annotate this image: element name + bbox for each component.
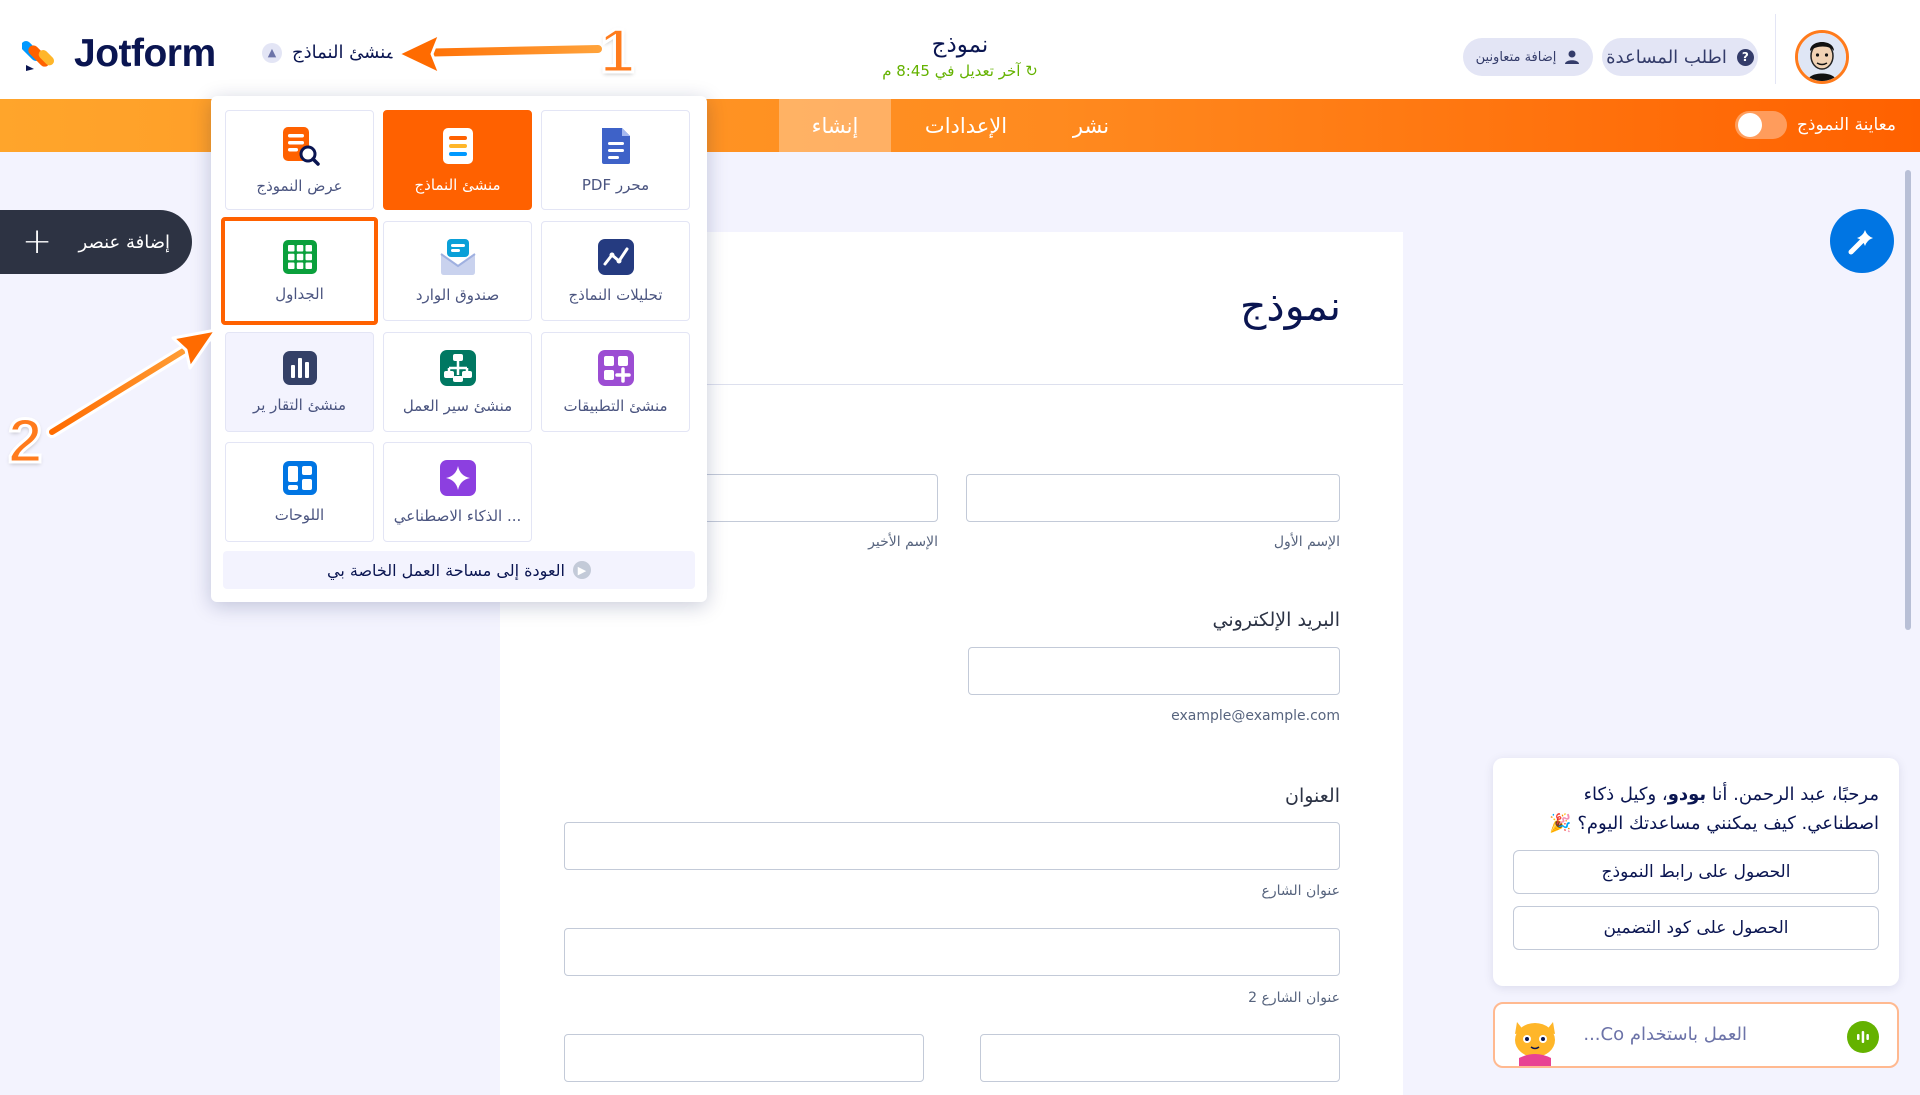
page-scrollbar[interactable] xyxy=(1905,170,1911,630)
first-name-sublabel: الإسم الأول xyxy=(1273,534,1340,550)
tables-grid-icon xyxy=(282,240,317,274)
ai-chat-input[interactable]: العمل باستخدام Co... xyxy=(1493,1002,1899,1068)
tile-inbox[interactable]: صندوق الوارد xyxy=(383,221,532,321)
last-edit-status: ↻ آخر تعديل في 8:45 م xyxy=(850,62,1070,80)
chevron-up-icon[interactable]: ▲ xyxy=(262,42,282,63)
tab-build[interactable]: إنشاء xyxy=(779,99,891,152)
tile-label: منشئ التقار ير xyxy=(252,396,347,414)
tile-label: منشئ التطبيقات xyxy=(563,397,668,415)
tile-ai-agents[interactable]: ... الذكاء الاصطناعي xyxy=(383,442,532,542)
tile-label: محرر PDF xyxy=(581,176,650,194)
tile-label: صندوق الوارد xyxy=(415,286,500,304)
plus-icon: + xyxy=(22,221,53,262)
city-input[interactable] xyxy=(980,1034,1340,1082)
tile-label: منشئ سير العمل xyxy=(402,397,513,415)
tile-apps[interactable]: منشئ التطبيقات xyxy=(541,332,690,432)
user-icon xyxy=(1565,50,1580,64)
header-divider xyxy=(1775,14,1776,84)
step-number-1: 1 xyxy=(598,16,636,88)
ai-greeting-message: مرحبًا، عبد الرحمن. أنا بودو، وكيل ذكاء … xyxy=(1513,780,1879,838)
email-label: البريد الإلكتروني xyxy=(1212,609,1341,631)
chat-input-placeholder: العمل باستخدام Co... xyxy=(1583,1024,1747,1045)
tile-report-builder[interactable]: منشئ التقار ير xyxy=(225,332,374,432)
toggle-knob xyxy=(1737,113,1762,137)
tile-label: ... الذكاء الاصطناعي xyxy=(393,507,522,525)
tile-form-view[interactable]: عرض النموذج xyxy=(225,110,374,210)
tab-settings[interactable]: الإعدادات xyxy=(891,99,1041,152)
ai-sparkle-icon xyxy=(439,460,476,496)
tile-form-builder[interactable]: منشئ النماذج xyxy=(383,110,532,210)
product-switcher-dropdown: محرر PDF منشئ النماذج عرض النموذج تحليلا… xyxy=(211,96,707,602)
inbox-icon xyxy=(439,239,476,275)
help-button[interactable]: ? اطلب المساعدة xyxy=(1602,38,1758,76)
form-preview-toggle[interactable]: معاينة النموذج xyxy=(1734,111,1896,139)
tile-pdf-editor[interactable]: محرر PDF xyxy=(541,110,690,210)
arrow-2 xyxy=(46,328,218,438)
form-title[interactable]: نموذج xyxy=(850,32,1070,58)
jotform-logo[interactable]: Jotform xyxy=(22,32,216,76)
builder-switch-label: منشئ النماذج xyxy=(292,42,396,63)
tile-label: منشئ النماذج xyxy=(414,176,501,194)
get-embed-code-button[interactable]: الحصول على كود التضمين xyxy=(1513,906,1879,950)
ai-wand-icon xyxy=(1848,230,1873,255)
get-form-link-button[interactable]: الحصول على رابط النموذج xyxy=(1513,850,1879,894)
avatar[interactable] xyxy=(1795,30,1849,84)
form-heading[interactable]: نموذج xyxy=(1240,282,1341,330)
greeting-text: مرحبًا، عبد الرحمن. أنا xyxy=(1706,784,1879,805)
add-collaborators-button[interactable]: إضافة متعاونين xyxy=(1463,38,1593,76)
add-element-label: إضافة عنصر xyxy=(78,231,170,253)
podo-mascot-icon xyxy=(1515,1022,1555,1066)
step-number-2: 2 xyxy=(6,406,44,478)
tile-label: الجداول xyxy=(275,285,324,303)
tab-publish[interactable]: نشر xyxy=(1041,99,1141,152)
street-address-input[interactable] xyxy=(564,822,1340,870)
first-name-input[interactable] xyxy=(966,474,1340,522)
last-edit-text: آخر تعديل في 8:45 م xyxy=(882,62,1021,80)
builder-switch[interactable]: منشئ النماذج ▲ xyxy=(262,42,395,63)
state-input[interactable] xyxy=(564,1034,924,1082)
refresh-icon: ↻ xyxy=(1025,62,1038,80)
email-sublabel: example@example.com xyxy=(1171,708,1340,724)
preview-switch[interactable] xyxy=(1734,111,1787,139)
address-label: العنوان xyxy=(1284,785,1340,807)
boards-icon xyxy=(282,461,317,495)
form-builder-icon xyxy=(442,128,473,164)
street-address2-input[interactable] xyxy=(564,928,1340,976)
voice-input-icon[interactable] xyxy=(1847,1021,1879,1053)
ai-assistant-button[interactable] xyxy=(1830,209,1894,273)
email-input[interactable] xyxy=(968,647,1340,695)
tile-label: اللوحات xyxy=(274,506,325,524)
help-button-label: اطلب المساعدة xyxy=(1606,46,1727,68)
tile-label: عرض النموذج xyxy=(256,177,343,195)
agent-name: بودو xyxy=(1667,784,1707,805)
tile-workflow[interactable]: منشئ سير العمل xyxy=(383,332,532,432)
back-to-workspace-link[interactable]: ▶ العودة إلى مساحة العمل الخاصة بي xyxy=(223,551,695,589)
add-element-button[interactable]: إضافة عنصر + xyxy=(0,210,192,274)
user-avatar-icon xyxy=(1798,33,1846,81)
preview-label: معاينة النموذج xyxy=(1796,115,1896,135)
pdf-doc-icon xyxy=(601,128,630,164)
report-icon xyxy=(282,351,317,385)
form-view-icon xyxy=(282,127,320,166)
workflow-icon xyxy=(439,350,476,386)
logo-text: Jotform xyxy=(74,32,216,75)
tile-label: تحليلات النماذج xyxy=(568,286,663,304)
top-header: Jotform منشئ النماذج ▲ نموذج ↻ آخر تعديل… xyxy=(0,0,1920,99)
street-address2-sublabel: عنوان الشارع 2 xyxy=(1248,990,1340,1006)
question-icon: ? xyxy=(1736,48,1754,66)
add-collaborators-label: إضافة متعاونين xyxy=(1475,49,1557,65)
apps-icon xyxy=(597,350,634,386)
street-address-sublabel: عنوان الشارع xyxy=(1261,883,1340,899)
tile-form-analytics[interactable]: تحليلات النماذج xyxy=(541,221,690,321)
tile-tables[interactable]: الجداول xyxy=(221,217,378,325)
ai-chat-card: مرحبًا، عبد الرحمن. أنا بودو، وكيل ذكاء … xyxy=(1493,758,1899,986)
chevron-right-icon: ▶ xyxy=(572,561,591,579)
back-to-workspace-label: العودة إلى مساحة العمل الخاصة بي xyxy=(327,560,565,580)
analytics-icon xyxy=(597,239,634,275)
tile-boards[interactable]: اللوحات xyxy=(225,442,374,542)
jotform-logo-icon xyxy=(22,41,55,71)
